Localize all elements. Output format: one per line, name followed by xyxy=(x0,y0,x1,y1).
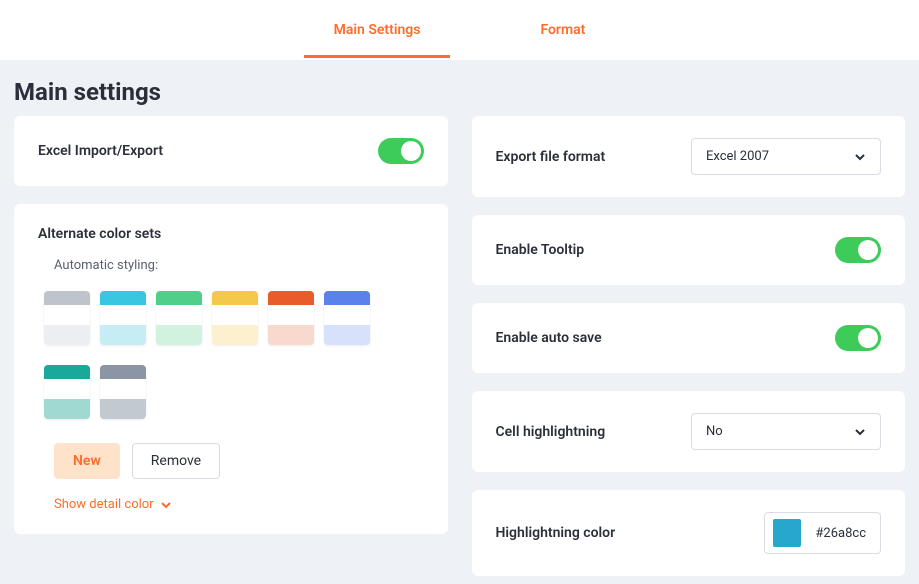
toggle-enable-auto-save[interactable] xyxy=(835,325,881,351)
label-export-file-format: Export file format xyxy=(496,149,606,165)
color-field-highlightning[interactable]: #26a8cc xyxy=(764,512,881,554)
card-highlightning-color: Highlightning color #26a8cc xyxy=(472,490,906,576)
show-detail-color-label: Show detail color xyxy=(54,497,154,512)
label-cell-highlightning: Cell highlightning xyxy=(496,424,606,440)
label-automatic-styling: Automatic styling: xyxy=(54,258,424,273)
chevron-down-icon xyxy=(854,151,866,163)
label-highlightning-color: Highlightning color xyxy=(496,525,616,541)
chevron-down-icon xyxy=(160,499,172,511)
label-enable-tooltip: Enable Tooltip xyxy=(496,242,585,258)
card-cell-highlightning: Cell highlightning No xyxy=(472,391,906,472)
color-set-swatch-5[interactable] xyxy=(324,291,370,345)
chevron-down-icon xyxy=(854,426,866,438)
label-excel-import-export: Excel Import/Export xyxy=(38,143,163,159)
remove-button[interactable]: Remove xyxy=(132,443,220,479)
color-set-swatch-4[interactable] xyxy=(268,291,314,345)
label-enable-auto-save: Enable auto save xyxy=(496,330,602,346)
card-export-file-format: Export file format Excel 2007 xyxy=(472,116,906,197)
new-button[interactable]: New xyxy=(54,443,120,479)
select-export-value: Excel 2007 xyxy=(706,149,769,164)
tab-format[interactable]: Format xyxy=(540,2,585,58)
color-set-swatch-0[interactable] xyxy=(44,291,90,345)
toggle-excel-import-export[interactable] xyxy=(378,138,424,164)
show-detail-color-link[interactable]: Show detail color xyxy=(54,497,424,512)
tab-bar: Main Settings Format xyxy=(0,0,919,60)
color-set-swatch-7[interactable] xyxy=(100,365,146,419)
color-swatch-icon xyxy=(773,519,801,547)
color-set-swatch-3[interactable] xyxy=(212,291,258,345)
card-excel-import-export: Excel Import/Export xyxy=(14,116,448,186)
toggle-enable-tooltip[interactable] xyxy=(835,237,881,263)
tab-main-settings[interactable]: Main Settings xyxy=(334,2,421,58)
card-enable-auto-save: Enable auto save xyxy=(472,303,906,373)
swatch-grid xyxy=(38,291,424,419)
color-set-swatch-6[interactable] xyxy=(44,365,90,419)
color-set-swatch-1[interactable] xyxy=(100,291,146,345)
card-enable-tooltip: Enable Tooltip xyxy=(472,215,906,285)
page-title: Main settings xyxy=(0,60,919,116)
select-cell-highlight-value: No xyxy=(706,424,723,439)
label-alternate-color-sets: Alternate color sets xyxy=(38,226,424,242)
card-alternate-color-sets: Alternate color sets Automatic styling: … xyxy=(14,204,448,534)
select-export-file-format[interactable]: Excel 2007 xyxy=(691,138,881,175)
color-field-value: #26a8cc xyxy=(815,526,866,541)
color-set-swatch-2[interactable] xyxy=(156,291,202,345)
select-cell-highlightning[interactable]: No xyxy=(691,413,881,450)
